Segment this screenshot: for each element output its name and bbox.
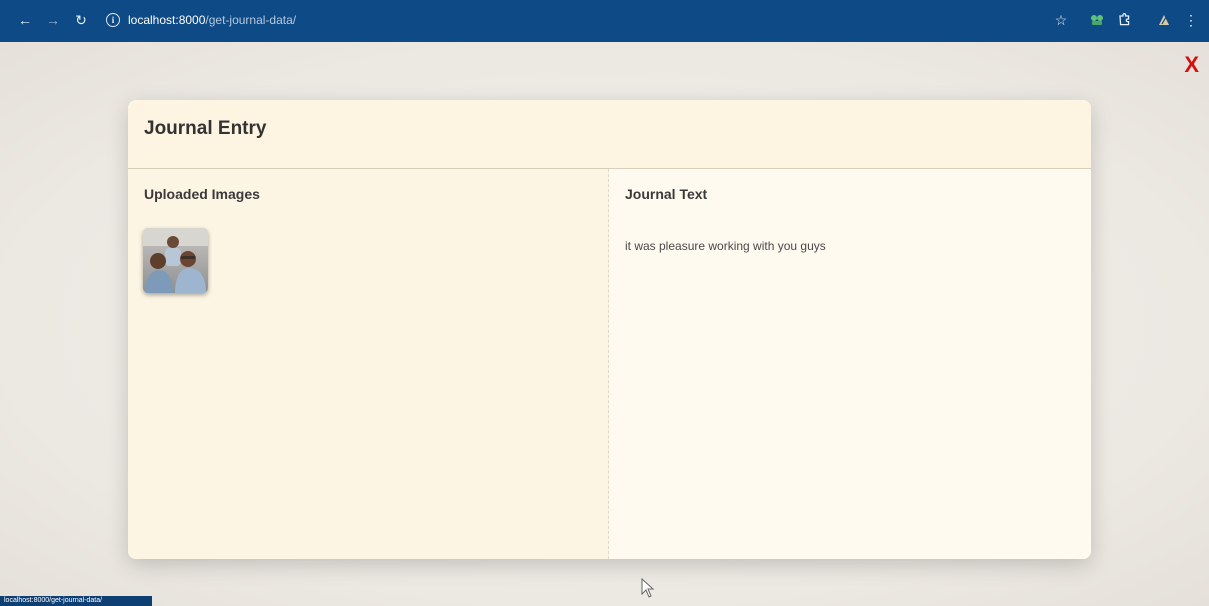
modal-header: Journal Entry: [128, 100, 1091, 169]
journal-text-heading: Journal Text: [625, 186, 708, 202]
uploaded-image-thumbnail[interactable]: [143, 228, 208, 293]
status-bar-link: localhost:8000/get-journal-data/: [0, 596, 152, 606]
back-arrow-icon[interactable]: ←: [14, 9, 36, 31]
reload-icon[interactable]: ↻: [70, 9, 92, 31]
browser-toolbar: ← → ↻ i localhost:8000/get-journal-data/…: [0, 0, 1209, 42]
profile-avatar-icon[interactable]: [1153, 9, 1175, 31]
mouse-cursor-icon: [641, 577, 655, 603]
forward-arrow-icon[interactable]: →: [42, 9, 64, 31]
modal-title: Journal Entry: [144, 118, 267, 139]
url-host: localhost:8000: [128, 13, 206, 27]
journal-text-body: it was pleasure working with you guys: [625, 239, 826, 253]
journal-entry-modal: Journal Entry Uploaded Images Journal Te…: [128, 100, 1091, 559]
site-info-icon[interactable]: i: [106, 13, 120, 27]
uploaded-images-heading: Uploaded Images: [144, 186, 260, 202]
menu-kebab-icon[interactable]: ⋮: [1180, 9, 1202, 31]
url-path: /get-journal-data/: [205, 13, 297, 27]
uploaded-images-pane: Uploaded Images: [128, 169, 609, 559]
close-button[interactable]: X: [1184, 52, 1199, 78]
bookmark-star-icon[interactable]: ☆: [1050, 9, 1072, 31]
url-text: localhost:8000/get-journal-data/: [128, 13, 296, 27]
extension-icon[interactable]: [1086, 9, 1108, 31]
puzzle-extensions-icon[interactable]: [1113, 9, 1135, 31]
address-bar[interactable]: i localhost:8000/get-journal-data/: [100, 8, 500, 32]
journal-text-pane: Journal Text it was pleasure working wit…: [609, 169, 1091, 559]
